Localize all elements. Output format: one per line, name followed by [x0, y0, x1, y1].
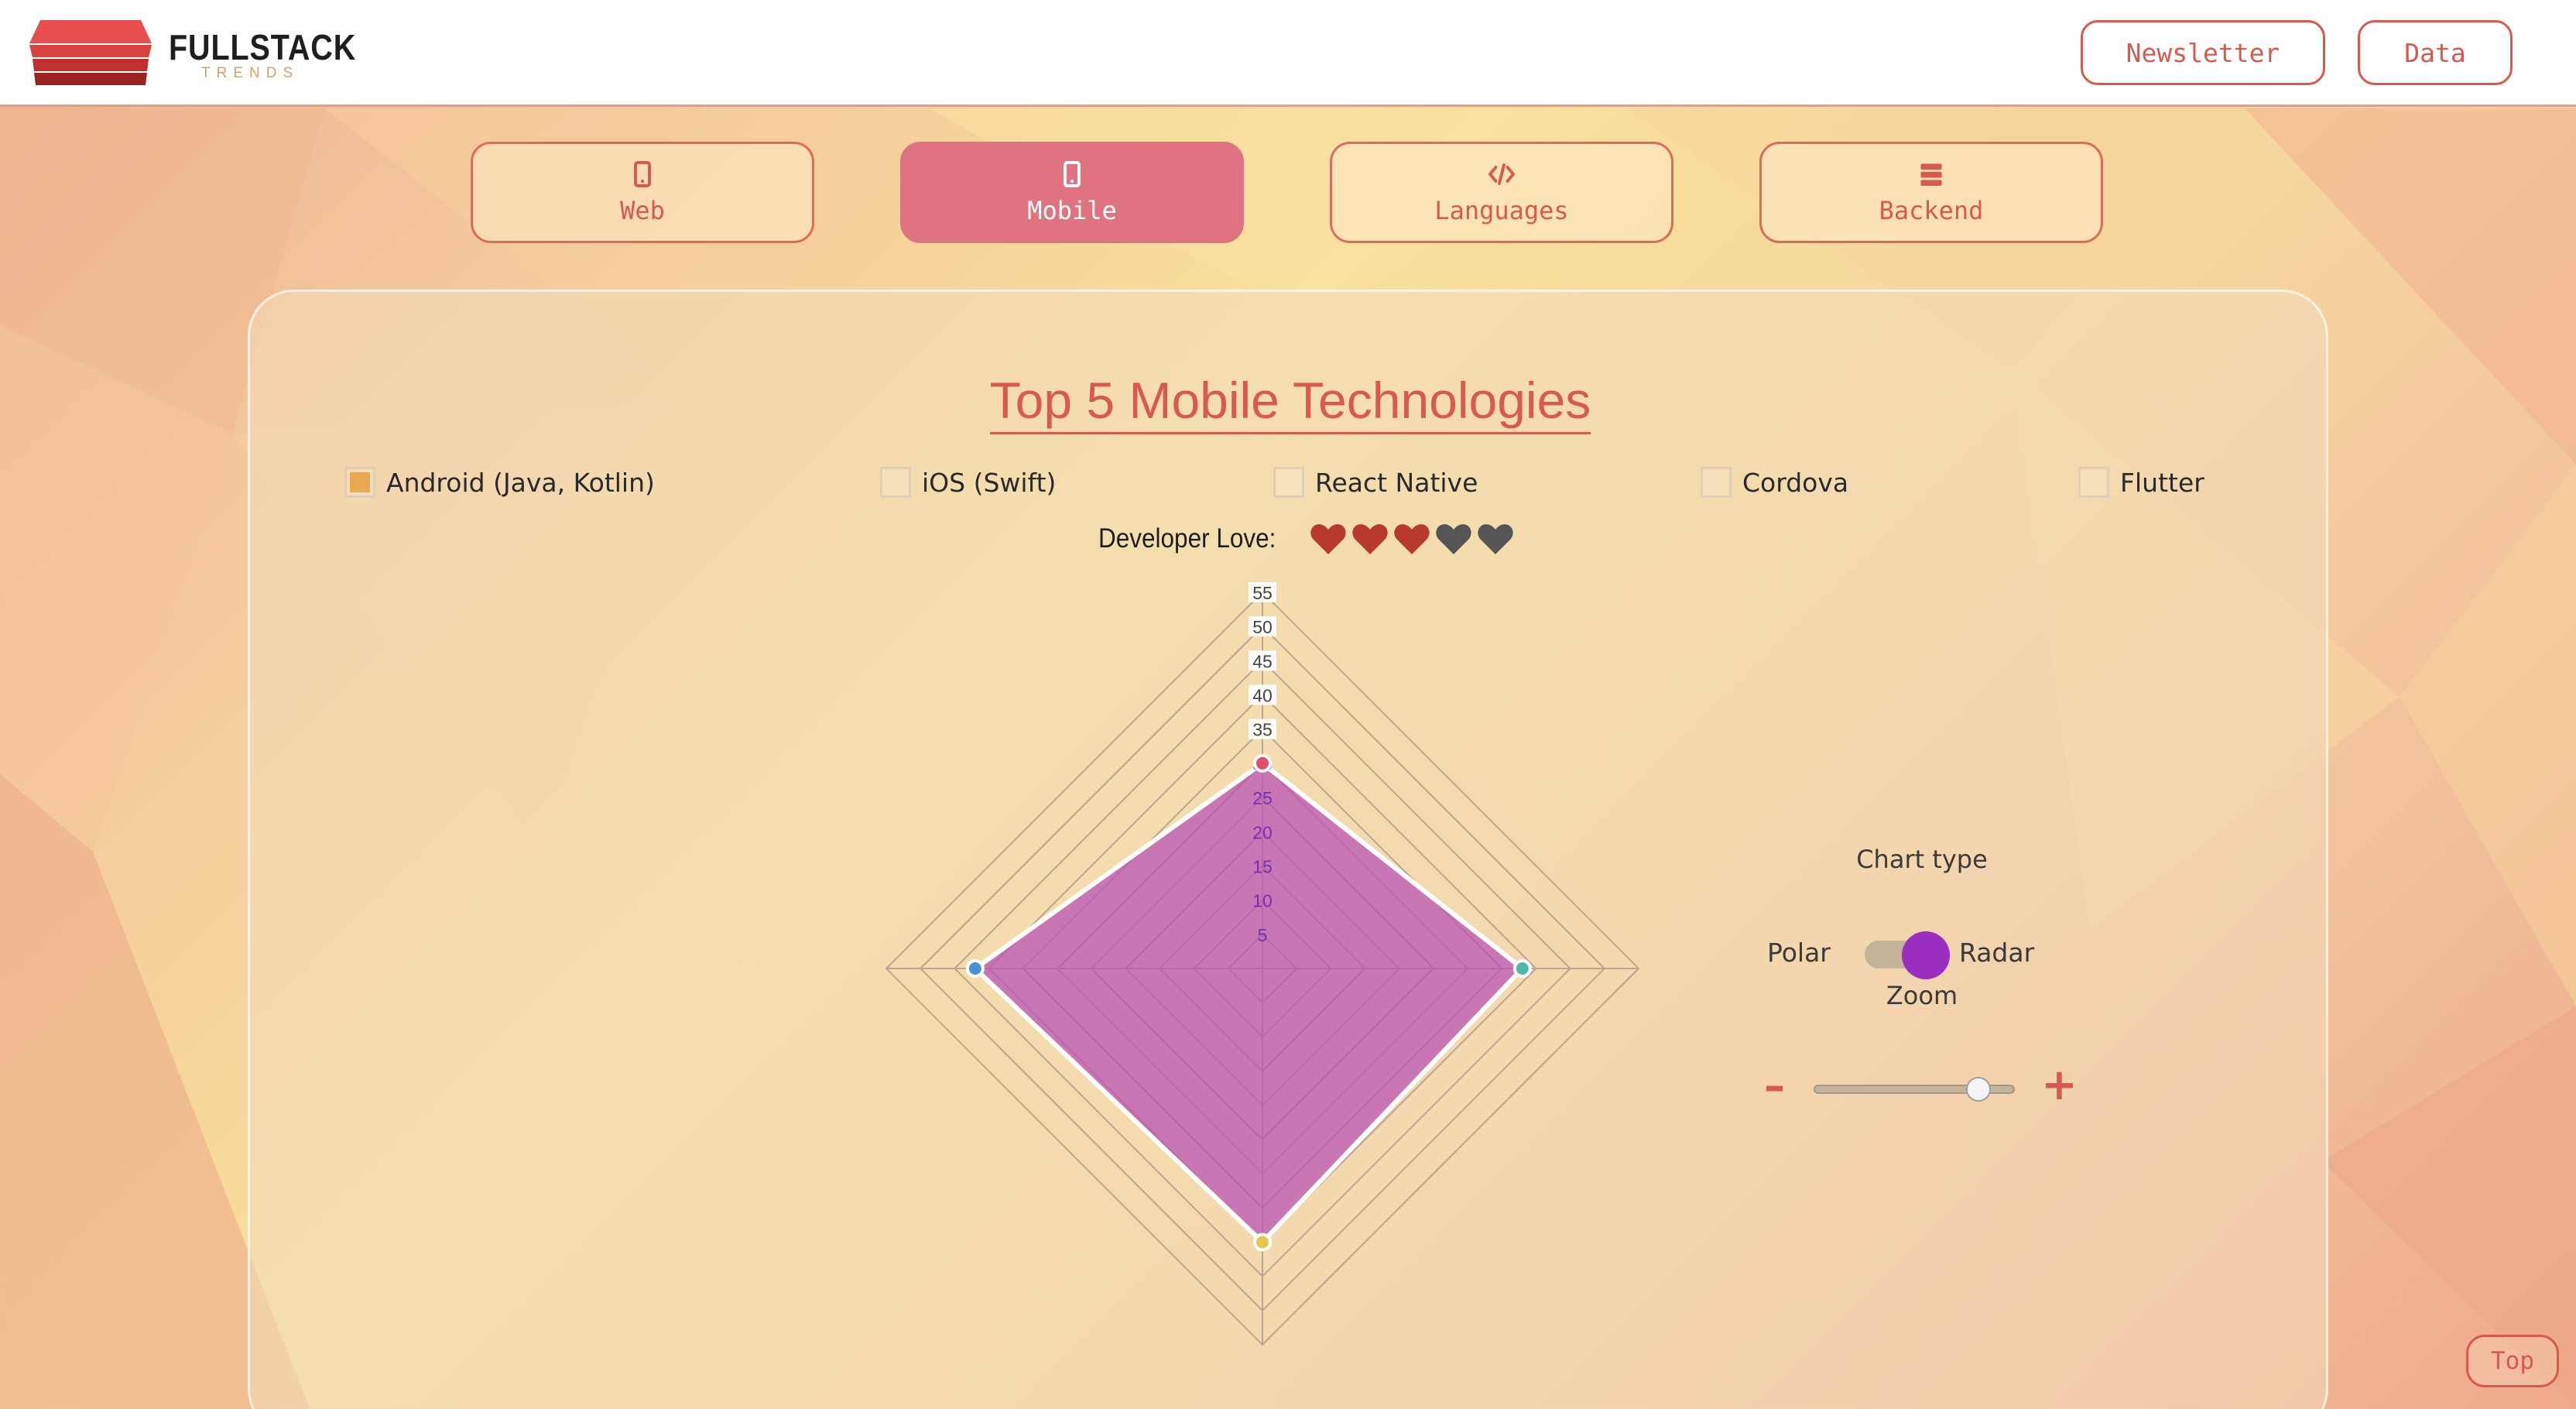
top-button-label: Top — [2491, 1347, 2534, 1375]
radar-tick-label: 25 — [1252, 788, 1273, 808]
zoom-label: Zoom — [1886, 981, 1958, 1010]
radar-tick-label: 10 — [1252, 891, 1273, 911]
radar-tick-label: 40 — [1252, 686, 1273, 706]
zoom-out-button[interactable]: – — [1764, 1061, 1785, 1110]
radar-data-area — [972, 760, 1525, 1245]
radar-tick-label: 15 — [1252, 856, 1273, 876]
stacked-layers-icon — [29, 20, 152, 85]
toggle-knob[interactable] — [1902, 931, 1950, 979]
newsletter-button[interactable]: Newsletter — [2081, 20, 2325, 85]
tab-languages[interactable]: Languages — [1330, 142, 1673, 243]
zoom-control: – + — [1764, 1060, 2078, 1112]
tab-web-label: Web — [620, 195, 665, 225]
chart-type-toggle[interactable] — [1865, 931, 1950, 979]
chart-type-toggle-row: Polar Radar — [1767, 931, 2077, 979]
mobile-phone-icon — [634, 160, 651, 187]
zoom-in-button[interactable]: + — [2041, 1060, 2078, 1110]
chart-controls: Chart type Polar Radar Zoom – + — [1764, 834, 2078, 1143]
top-navbar: FULLSTACK TRENDS Newsletter Data — [0, 0, 2576, 107]
radar-data-point — [1253, 753, 1272, 773]
tab-backend-label: Backend — [1879, 195, 1984, 225]
server-icon — [1920, 163, 1942, 186]
tab-web[interactable]: Web — [471, 142, 814, 243]
radar-tick-label: 50 — [1252, 617, 1273, 637]
chart-type-label: Chart type — [1856, 845, 1988, 874]
tab-languages-label: Languages — [1434, 195, 1569, 225]
mobile-phone-icon — [1064, 160, 1081, 187]
radar-tick-label: 55 — [1252, 583, 1273, 603]
brand-name: FULLSTACK — [169, 27, 357, 67]
newsletter-button-label: Newsletter — [2126, 37, 2280, 68]
radar-data-point — [1512, 959, 1532, 978]
radar-data-point — [965, 959, 985, 978]
radar-data-point — [1253, 1232, 1272, 1252]
scroll-to-top-button[interactable]: Top — [2466, 1335, 2559, 1387]
tab-mobile-label: Mobile — [1027, 195, 1117, 225]
radar-tick-label: 35 — [1252, 720, 1273, 740]
chart-card: Top 5 Mobile Technologies Android (Java,… — [248, 290, 2328, 1409]
tab-backend[interactable]: Backend — [1759, 142, 2103, 243]
data-button[interactable]: Data — [2358, 20, 2513, 85]
brand-logo[interactable]: FULLSTACK TRENDS — [29, 20, 355, 85]
code-icon — [1488, 163, 1515, 185]
toggle-polar-label: Polar — [1767, 938, 1831, 968]
radar-tick-label: 45 — [1252, 651, 1273, 671]
tab-mobile[interactable]: Mobile — [900, 142, 1244, 243]
data-button-label: Data — [2404, 37, 2466, 68]
toggle-radar-label: Radar — [1959, 938, 2035, 968]
radar-tick-label: 20 — [1252, 822, 1273, 842]
radar-tick-label: 5 — [1258, 925, 1268, 945]
brand-tagline: TRENDS — [201, 65, 300, 81]
zoom-slider-handle[interactable] — [1966, 1077, 1992, 1102]
